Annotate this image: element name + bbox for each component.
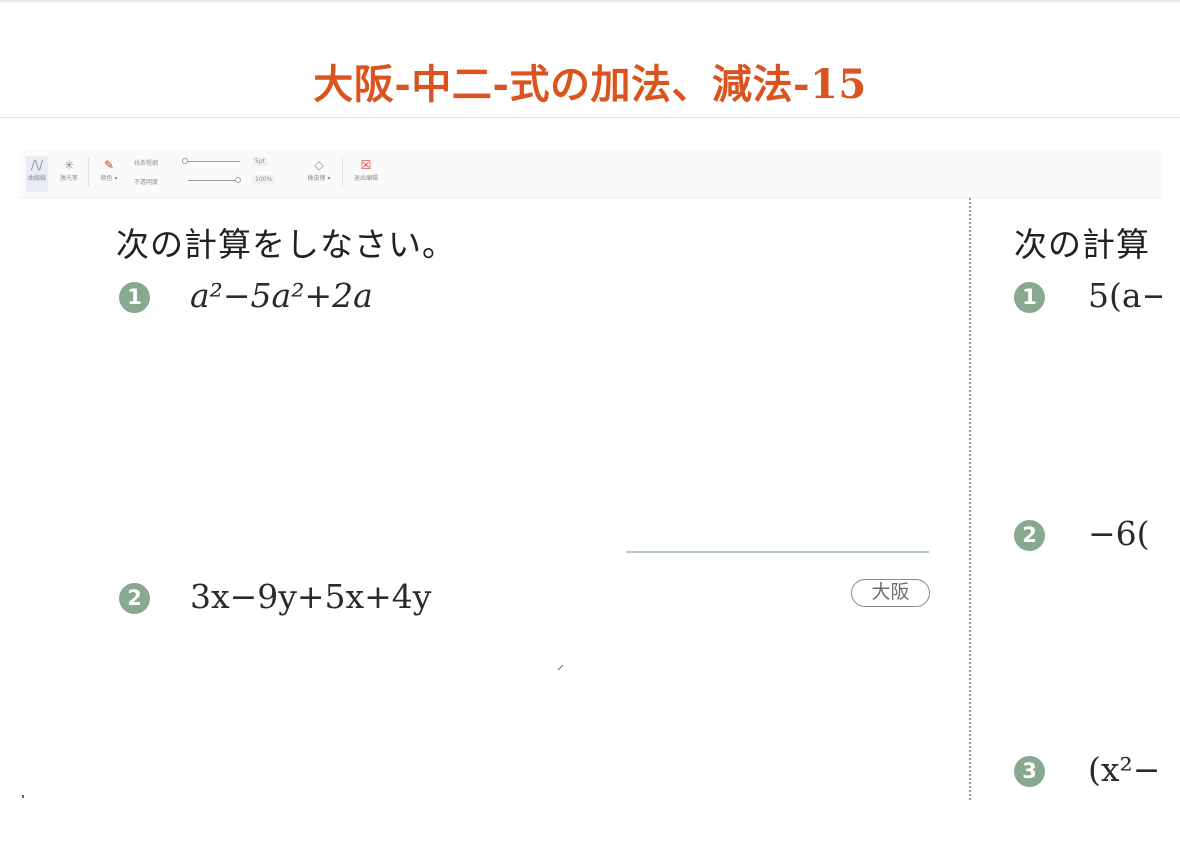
region-tag: 大阪 [851, 579, 930, 607]
zoom-select[interactable]: 100% [252, 175, 276, 184]
toolbar-separator [342, 158, 343, 186]
line-width-label: 线条粗细 [134, 160, 159, 167]
problem-expression: −6( [1088, 514, 1150, 553]
curve-pen-label: 曲線線 [27, 175, 46, 182]
annotation-toolbar: /\/ 曲線線 ✳ 激光笔 ✎ 颜色 ▾ 线条粗细 不透明度 5pt 100% … [20, 150, 1162, 198]
laser-pointer-label: 激光笔 [59, 175, 78, 182]
line-width-slider-knob[interactable] [182, 158, 188, 164]
page-divider [969, 198, 971, 800]
eraser-tool[interactable]: ◇ 橡皮擦 ▾ [304, 156, 334, 192]
left-instruction: 次の計算をしなさい。 [116, 225, 456, 264]
pen-color-icon: ✎ [103, 158, 115, 172]
opacity-slider-knob[interactable] [235, 177, 241, 183]
pen-color-tool[interactable]: ✎ 颜色 ▾ [96, 156, 122, 192]
problem-number-badge: 2 [1014, 520, 1045, 551]
toolbar-separator [88, 158, 89, 186]
problem-expression: 5(a− [1088, 276, 1162, 315]
problem-expression: a²−5a²+2a [190, 276, 373, 315]
opacity-label: 不透明度 [134, 179, 159, 186]
exit-edit-label: 退出编辑 [353, 175, 378, 182]
worksheet: 次の計算をしなさい。 1 a²−5a²+2a 2 3x−9y+5x+4y 大阪 … [20, 198, 1162, 800]
laser-pointer-icon: ✳ [63, 158, 75, 172]
curve-pen-icon: /\/ [30, 158, 44, 172]
pen-cursor-icon: ⸝ [557, 657, 564, 673]
eraser-icon: ◇ [314, 158, 324, 172]
problem-number-badge: 1 [119, 282, 150, 313]
title-bar: 大阪-中二-式の加法、減法-15 [0, 2, 1180, 118]
laser-pointer-tool[interactable]: ✳ 激光笔 [58, 156, 80, 192]
answer-line [626, 551, 929, 553]
progress-dot [22, 795, 24, 798]
exit-edit-tool[interactable]: ☒ 退出编辑 [350, 156, 382, 192]
problem-number-badge: 3 [1014, 756, 1045, 787]
font-size-select[interactable]: 5pt [252, 157, 268, 166]
right-instruction: 次の計算 [1014, 225, 1150, 264]
page-title: 大阪-中二-式の加法、減法-15 [313, 61, 867, 108]
problem-number-badge: 1 [1014, 282, 1045, 313]
lesson-video-frame[interactable]: /\/ 曲線線 ✳ 激光笔 ✎ 颜色 ▾ 线条粗细 不透明度 5pt 100% … [20, 150, 1162, 800]
eraser-label: 橡皮擦 ▾ [307, 175, 331, 182]
exit-edit-icon: ☒ [360, 158, 372, 172]
opacity-slider[interactable] [188, 180, 240, 181]
problem-number-badge: 2 [119, 583, 150, 614]
pen-color-label: 颜色 ▾ [100, 175, 118, 182]
curve-pen-tool[interactable]: /\/ 曲線線 [26, 156, 48, 192]
line-width-slider[interactable] [184, 161, 240, 162]
problem-expression: (x²− [1088, 750, 1161, 789]
problem-expression: 3x−9y+5x+4y [190, 577, 432, 616]
